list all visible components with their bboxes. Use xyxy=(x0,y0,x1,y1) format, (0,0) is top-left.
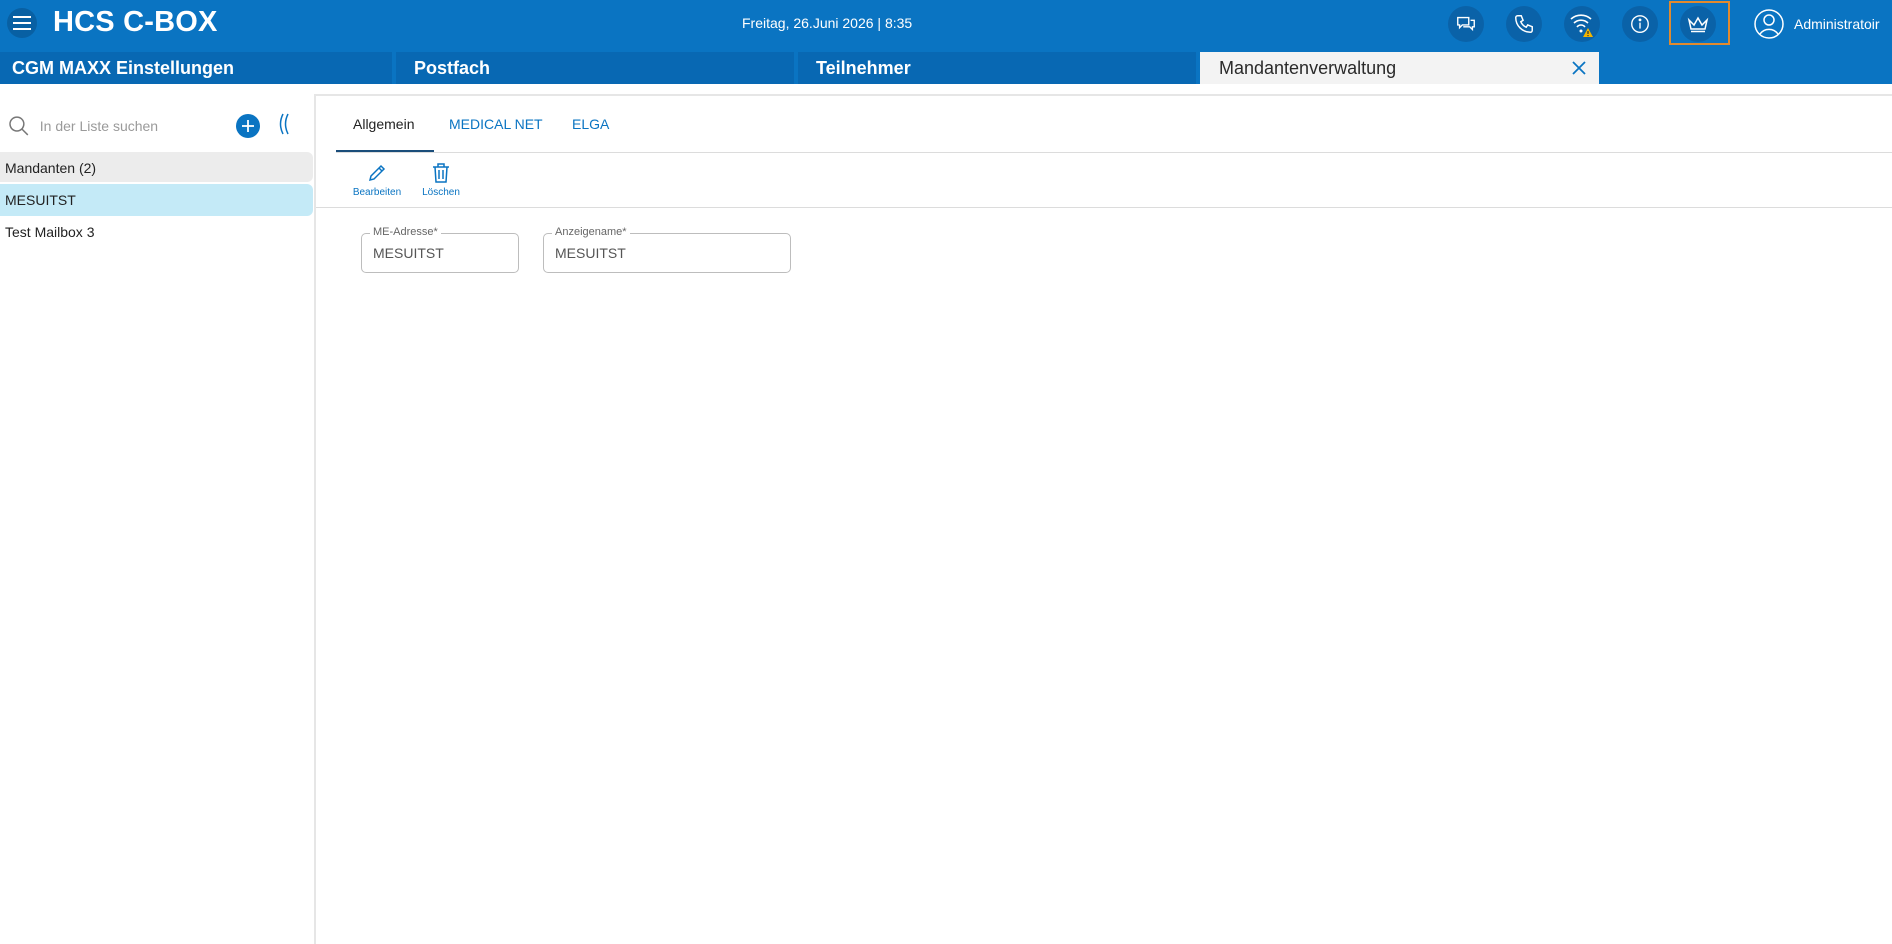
datetime-display: Freitag, 26.Juni 2026 | 8:35 xyxy=(742,15,913,31)
user-avatar[interactable] xyxy=(1752,7,1786,41)
chat-icon xyxy=(1457,16,1475,32)
search-icon xyxy=(9,116,29,136)
list-item[interactable]: Test Mailbox 3 xyxy=(0,216,313,248)
list-group-header: Mandanten (2) xyxy=(0,152,313,182)
app-header: HCS C-BOX Freitag, 26.Juni 2026 | 8:35 A… xyxy=(0,0,1892,52)
anzeigename-field: Anzeigename* xyxy=(543,226,791,273)
me-adresse-input[interactable] xyxy=(373,245,498,261)
hamburger-menu-button[interactable] xyxy=(7,8,37,38)
delete-button[interactable]: Löschen xyxy=(411,162,471,202)
edit-label: Bearbeiten xyxy=(352,187,402,198)
tab-postfach[interactable]: Postfach xyxy=(396,52,794,84)
wifi-warning-icon xyxy=(1570,14,1593,37)
list-item-label: MESUITST xyxy=(5,192,76,208)
tab-medical-net[interactable]: MEDICAL NET xyxy=(449,116,543,132)
tab-label: Mandantenverwaltung xyxy=(1219,58,1397,78)
list-item[interactable]: MESUITST xyxy=(0,184,313,216)
list-item-label: Test Mailbox 3 xyxy=(5,224,95,240)
search-input[interactable] xyxy=(39,118,228,134)
anzeigename-label: Anzeigename* xyxy=(552,226,630,238)
me-adresse-field: ME-Adresse* xyxy=(361,226,519,273)
admin-button[interactable] xyxy=(1680,6,1716,42)
delete-label: Löschen xyxy=(422,187,460,198)
active-tab-indicator xyxy=(336,150,434,152)
main-content: Allgemein MEDICAL NET ELGA Bearbeiten Lö… xyxy=(316,94,1892,944)
phone-icon xyxy=(1515,15,1533,33)
trash-icon xyxy=(433,163,449,183)
phone-button[interactable] xyxy=(1506,6,1542,42)
chat-button[interactable] xyxy=(1448,6,1484,42)
user-name[interactable]: Administratoir xyxy=(1794,16,1880,32)
tab-divider xyxy=(336,152,1892,153)
toolbar-divider xyxy=(316,207,1892,208)
menu-icon xyxy=(13,16,31,30)
tab-mandantenverwaltung[interactable]: Mandantenverwaltung xyxy=(1200,52,1599,84)
content-top-border xyxy=(316,94,1892,96)
tab-elga[interactable]: ELGA xyxy=(572,116,609,132)
info-icon xyxy=(1631,15,1649,33)
app-title: HCS C-BOX xyxy=(53,6,218,38)
plus-icon xyxy=(242,120,254,132)
edit-button[interactable]: Bearbeiten xyxy=(347,162,407,202)
user-icon xyxy=(1754,9,1784,39)
close-icon[interactable] xyxy=(1569,58,1589,78)
info-button[interactable] xyxy=(1622,6,1658,42)
tab-cgm-maxx-einstellungen[interactable]: CGM MAXX Einstellungen xyxy=(0,52,392,84)
collapse-sidebar-button[interactable] xyxy=(276,112,290,142)
search-box xyxy=(8,112,228,140)
tab-label: CGM MAXX Einstellungen xyxy=(12,58,235,78)
pencil-icon xyxy=(368,164,386,182)
me-adresse-label: ME-Adresse* xyxy=(370,226,441,238)
tab-label: Teilnehmer xyxy=(816,58,911,78)
tab-allgemein[interactable]: Allgemein xyxy=(353,116,414,132)
app-tab-bar: CGM MAXX Einstellungen Postfach Teilnehm… xyxy=(0,52,1892,84)
tab-teilnehmer[interactable]: Teilnehmer xyxy=(798,52,1196,84)
sidebar: Mandanten (2) MESUITST Test Mailbox 3 xyxy=(0,94,316,944)
add-mandant-button[interactable] xyxy=(236,114,260,138)
connection-status-button[interactable] xyxy=(1564,6,1600,42)
double-chevron-left-icon xyxy=(279,113,289,135)
crown-icon xyxy=(1687,16,1709,33)
tab-label: Postfach xyxy=(414,58,491,78)
anzeigename-input[interactable] xyxy=(555,245,752,261)
